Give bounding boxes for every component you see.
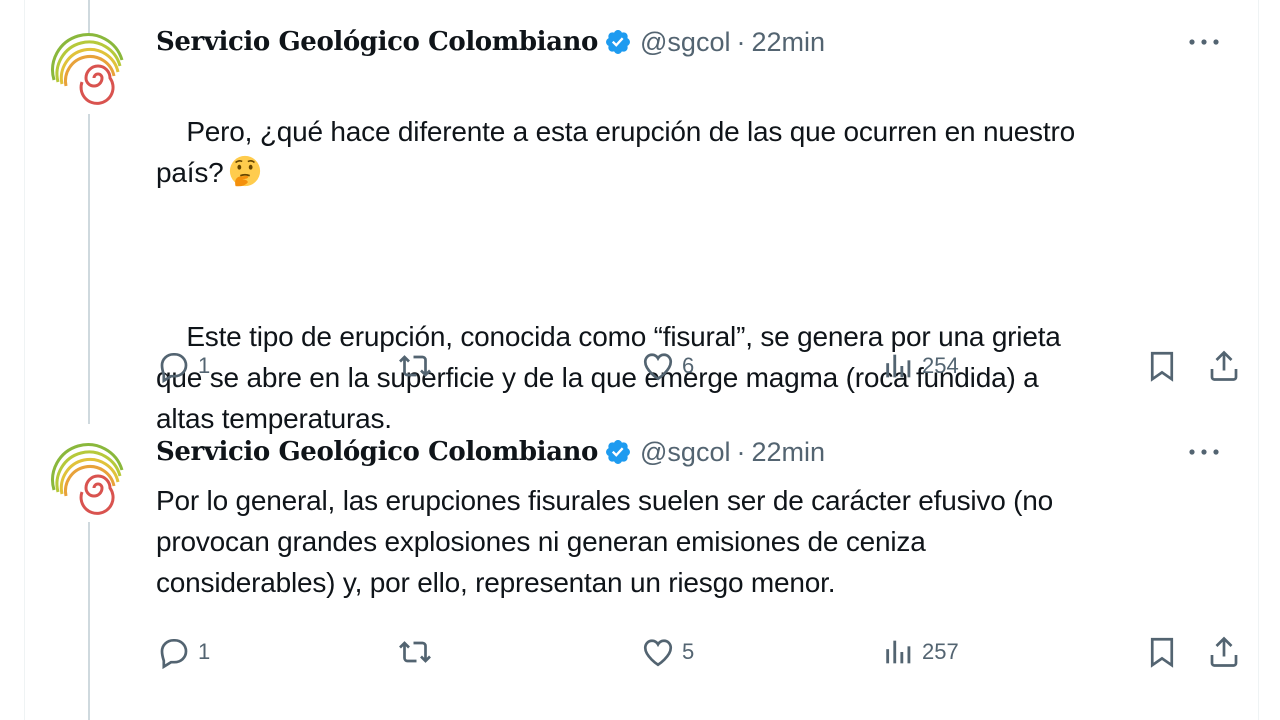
tweet[interactable]: Servicio Geológico Colombiano @sgcol · 2… [24, 22, 1258, 434]
verified-badge-icon [606, 440, 630, 464]
timeline-border-right [1258, 0, 1259, 720]
timestamp[interactable]: 22min [751, 27, 825, 58]
author-name[interactable]: Servicio Geológico Colombiano [156, 437, 598, 467]
like-count: 6 [682, 353, 695, 378]
reply-icon [160, 352, 188, 384]
tweet[interactable]: Servicio Geológico Colombiano @sgcol · 2… [24, 432, 1258, 720]
like-button[interactable]: 5 [640, 632, 694, 672]
more-dots-icon [1189, 449, 1219, 455]
retweet-button[interactable] [396, 346, 434, 386]
sgc-logo-icon [51, 443, 124, 515]
reply-icon [160, 638, 188, 670]
reply-button[interactable]: 1 [156, 632, 210, 672]
heart-icon [643, 639, 673, 667]
reply-count: 1 [198, 639, 211, 664]
avatar[interactable] [50, 30, 126, 106]
bookmark-icon [1150, 351, 1174, 382]
views-count: 254 [922, 353, 959, 378]
like-button[interactable]: 6 [640, 346, 694, 386]
views-chart-icon [886, 354, 911, 378]
tweet-text: Por lo general, las erupciones fisurales… [156, 485, 1054, 598]
reply-count: 1 [198, 353, 211, 378]
tweet-actions: 1 5 257 [156, 632, 1238, 672]
author-handle[interactable]: @sgcol [640, 437, 730, 468]
author-name[interactable]: Servicio Geológico Colombiano [156, 27, 598, 57]
timestamp[interactable]: 22min [751, 437, 825, 468]
like-count: 5 [682, 639, 695, 664]
sgc-logo-icon [51, 33, 124, 105]
separator-dot: · [736, 436, 746, 467]
share-button[interactable] [1206, 346, 1242, 386]
share-button[interactable] [1206, 632, 1242, 672]
author-handle[interactable]: @sgcol [640, 27, 730, 58]
retweet-button[interactable] [396, 632, 434, 672]
tweet-header: Servicio Geológico Colombiano @sgcol · 2… [156, 22, 825, 62]
heart-icon [643, 353, 673, 381]
tweet-header: Servicio Geológico Colombiano @sgcol · 2… [156, 432, 825, 472]
share-icon [1210, 350, 1238, 381]
views-button[interactable]: 254 [882, 346, 959, 386]
separator-dot: · [736, 26, 746, 57]
more-options-button[interactable] [1184, 26, 1224, 58]
tweet-actions: 1 6 254 [156, 346, 1238, 386]
more-options-button[interactable] [1184, 436, 1224, 468]
verified-badge-icon [606, 30, 630, 54]
avatar[interactable] [50, 440, 126, 516]
bookmark-button[interactable] [1144, 346, 1180, 386]
views-chart-icon [886, 640, 911, 664]
views-button[interactable]: 257 [882, 632, 959, 672]
reply-button[interactable]: 1 [156, 346, 210, 386]
thinking-face-icon [229, 155, 260, 187]
share-icon [1210, 636, 1238, 667]
more-dots-icon [1189, 39, 1219, 45]
tweet-text-paragraph: Pero, ¿qué hace diferente a esta erupció… [156, 116, 1075, 188]
views-count: 257 [922, 639, 959, 664]
bookmark-icon [1150, 637, 1174, 668]
tweet-text: Pero, ¿qué hace diferente a esta erupció… [156, 70, 1216, 480]
retweet-icon [399, 641, 431, 663]
bookmark-button[interactable] [1144, 632, 1180, 672]
retweet-icon [399, 355, 431, 377]
